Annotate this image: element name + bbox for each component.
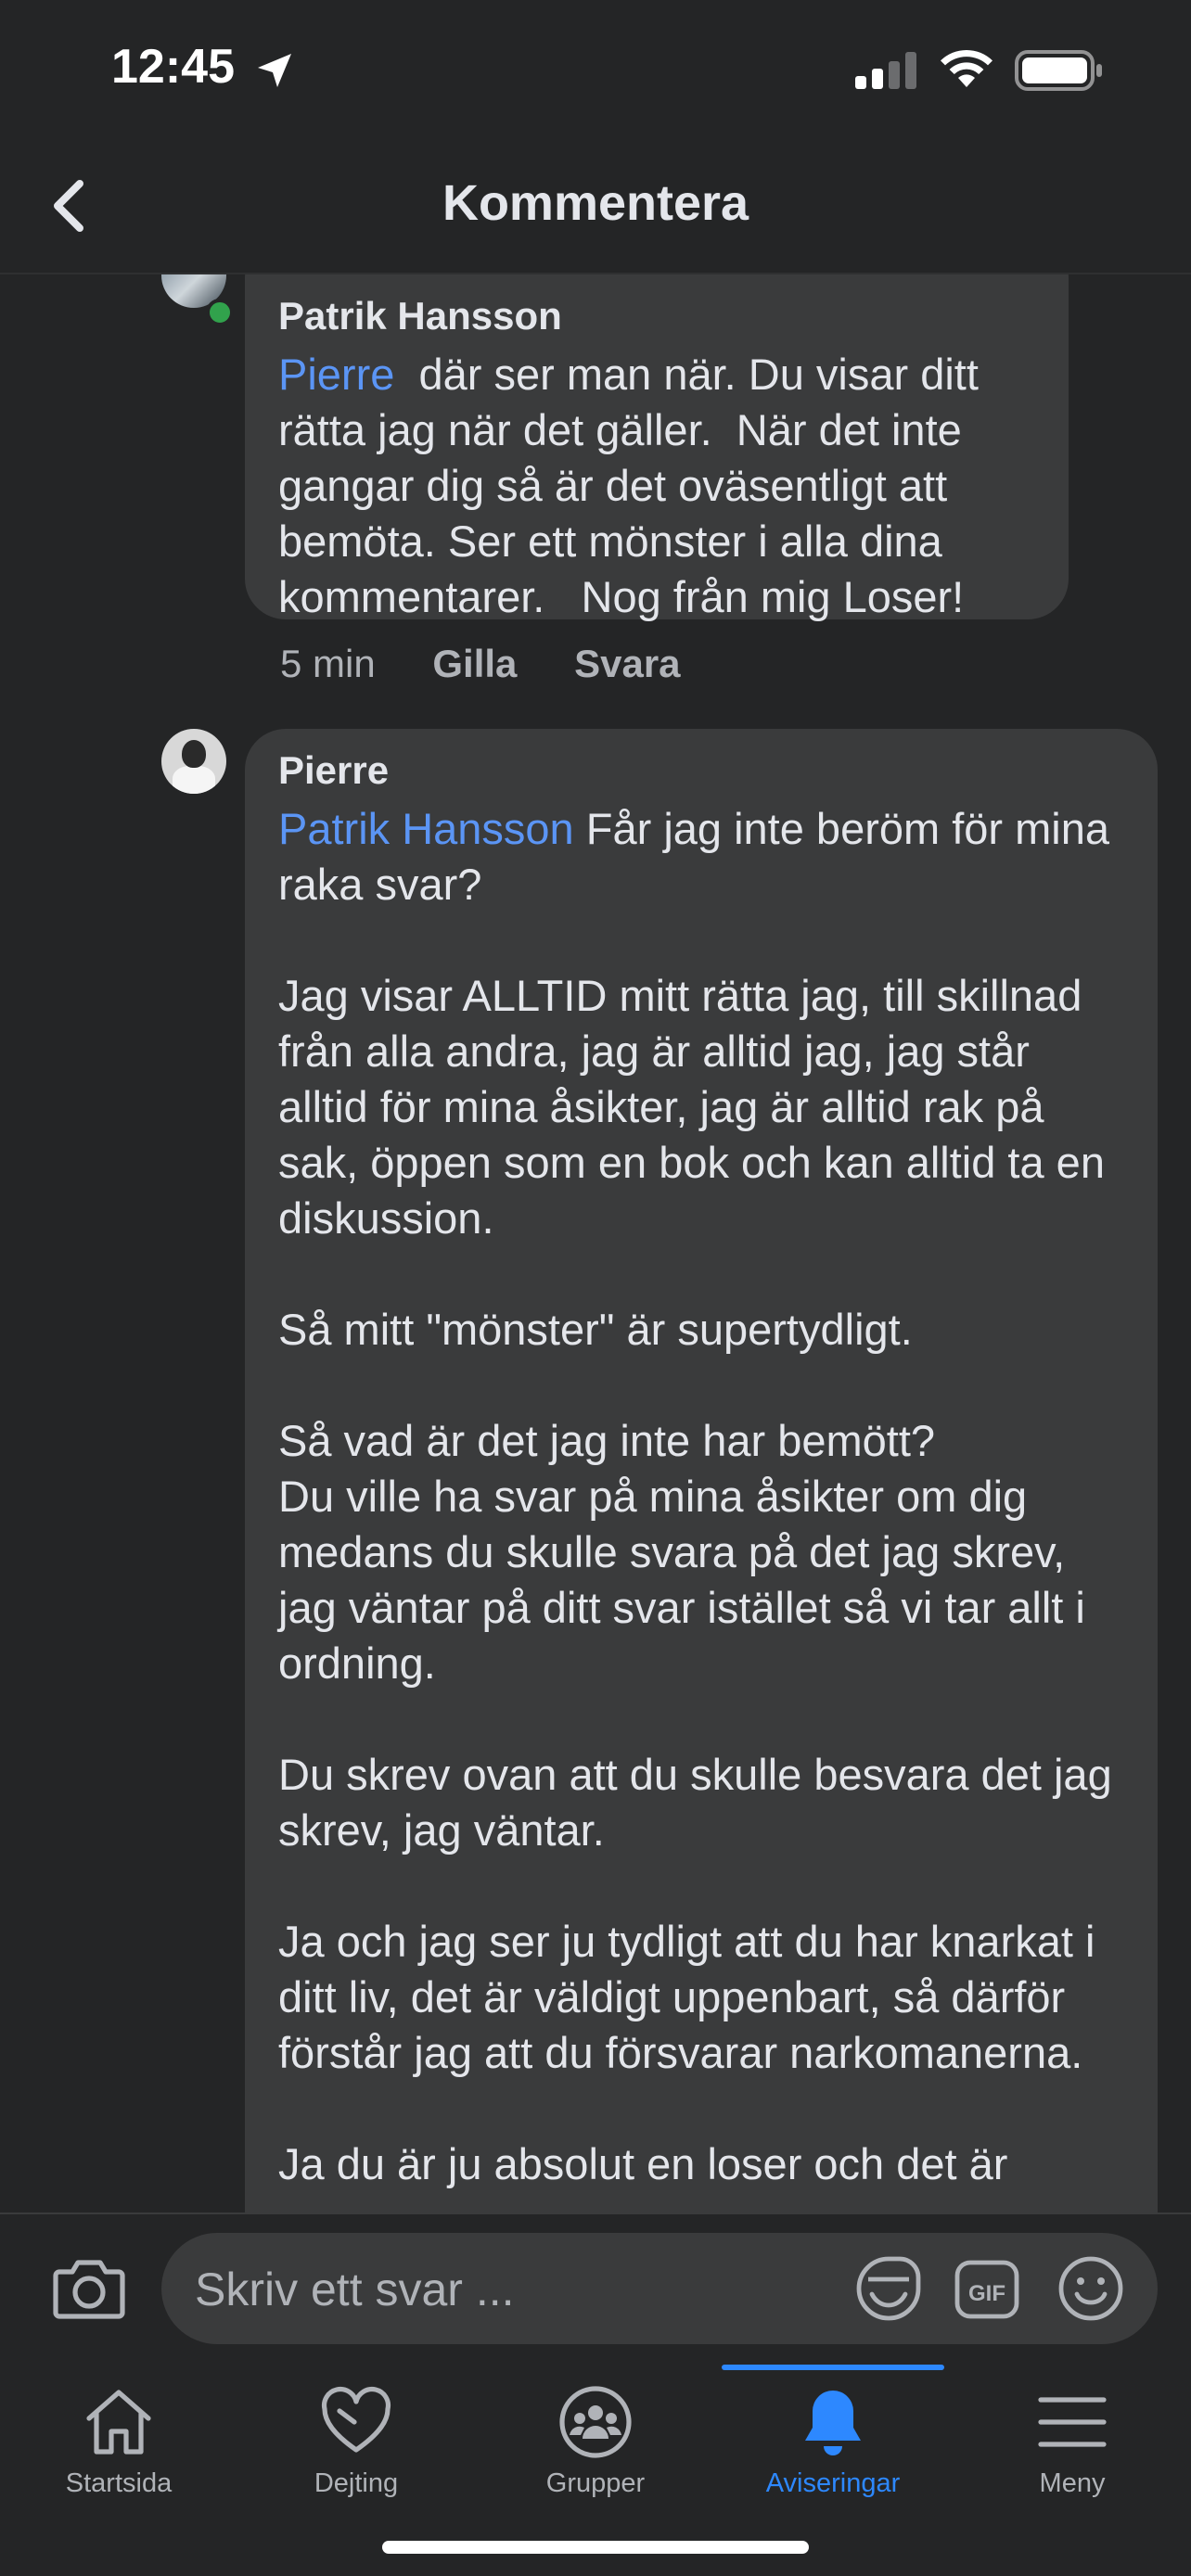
groups-icon — [559, 2386, 632, 2458]
battery-icon — [1015, 50, 1102, 91]
heart-icon — [321, 2386, 391, 2453]
reply-placeholder: Skriv ett svar ... — [195, 2264, 515, 2315]
tab-meny[interactable]: Meny — [954, 2365, 1191, 2531]
comment-body: Får jag inte beröm för mina raka svar? J… — [278, 804, 1112, 2188]
reply-bar: Skriv ett svar ... GIF — [0, 2213, 1191, 2366]
location-arrow-icon — [258, 54, 291, 87]
tab-dejting[interactable]: Dejting — [237, 2365, 475, 2531]
menu-icon — [1038, 2397, 1107, 2447]
comment-thread[interactable]: Patrik Hansson Pierre där ser man när. D… — [0, 274, 1191, 2213]
comment-mention[interactable]: Pierre — [278, 350, 394, 399]
home-icon — [86, 2390, 151, 2455]
like-button[interactable]: Gilla — [432, 642, 517, 685]
reply-input[interactable]: Skriv ett svar ... GIF — [161, 2233, 1158, 2344]
cellular-signal-icon — [855, 52, 916, 89]
comment-bubble[interactable]: Patrik Hansson Pierre där ser man när. D… — [245, 274, 1069, 621]
avatar-pierre[interactable] — [161, 729, 226, 794]
screen: 12:45 Kommentera Patrik Hansson Pierre d… — [0, 0, 1191, 2576]
camera-icon[interactable] — [52, 2255, 126, 2322]
tab-aviseringar[interactable]: Aviseringar — [714, 2365, 952, 2531]
avatar-figure-head — [182, 740, 206, 768]
tab-startsida[interactable]: Startsida — [0, 2365, 237, 2531]
sticker-icon[interactable] — [853, 2253, 924, 2324]
tab-label: Grupper — [545, 2468, 646, 2498]
online-status-dot — [206, 299, 234, 326]
tab-label: Startsida — [65, 2468, 173, 2498]
comment-actions: 5 min Gilla Svara — [280, 636, 681, 692]
comment-text: Pierre där ser man när. Du visar ditt rä… — [278, 347, 1035, 625]
home-indicator[interactable] — [382, 2541, 809, 2554]
reply-button[interactable]: Svara — [574, 642, 680, 685]
comment-mention[interactable]: Patrik Hansson — [278, 804, 574, 853]
avatar-figure-body — [173, 766, 215, 794]
page-title: Kommentera — [442, 175, 749, 231]
comment-author[interactable]: Pierre — [278, 747, 1124, 794]
tab-label: Meny — [1039, 2468, 1106, 2498]
tab-label: Dejting — [314, 2468, 399, 2498]
status-time: 12:45 — [111, 40, 235, 94]
bell-icon — [805, 2391, 861, 2455]
comment-bubble[interactable]: Pierre Patrik Hansson Får jag inte beröm… — [245, 729, 1158, 2213]
svg-text:GIF: GIF — [968, 2281, 1005, 2306]
gif-icon[interactable]: GIF — [954, 2259, 1020, 2320]
wifi-icon — [941, 49, 992, 87]
header: Kommentera — [0, 139, 1191, 274]
comment-timestamp: 5 min — [280, 642, 376, 685]
status-bar: 12:45 — [0, 0, 1191, 139]
tab-grupper[interactable]: Grupper — [477, 2365, 714, 2531]
comment-text: Patrik Hansson Får jag inte beröm för mi… — [278, 801, 1124, 2192]
tab-label: Aviseringar — [765, 2468, 901, 2498]
emoji-icon[interactable] — [1057, 2255, 1124, 2322]
comment-author[interactable]: Patrik Hansson — [278, 293, 1035, 339]
